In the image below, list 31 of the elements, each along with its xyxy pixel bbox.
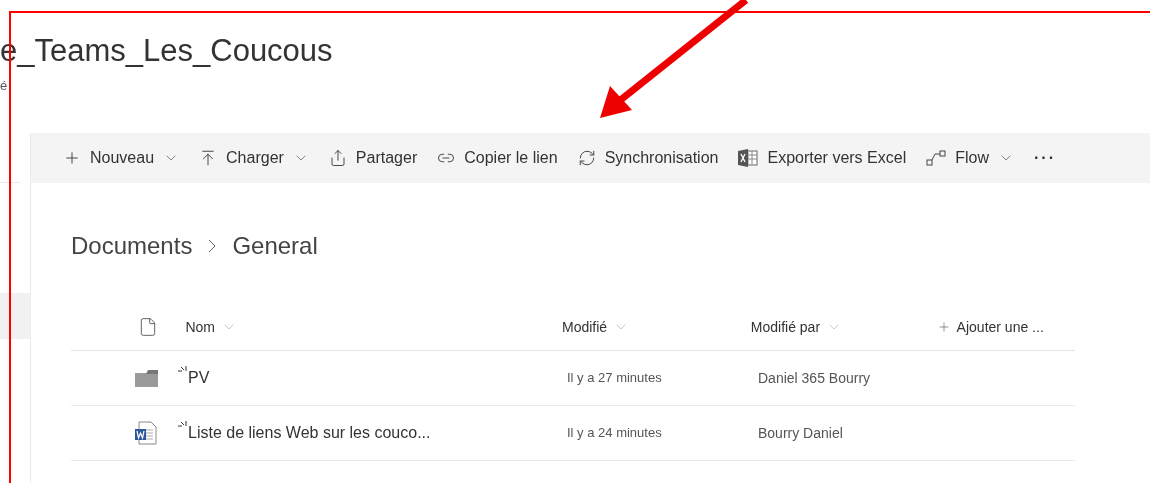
word-document-icon <box>135 421 157 445</box>
toolbar-button[interactable]: Flow <box>926 146 1014 170</box>
toolbar-button[interactable]: Nouveau <box>63 146 180 170</box>
file-name-link[interactable]: Liste de liens Web sur les couco... <box>188 421 431 445</box>
flow-icon <box>926 150 947 166</box>
modified-by-cell-text: Bourry Daniel <box>758 423 844 443</box>
toolbar-button[interactable]: Charger <box>199 146 309 170</box>
sync-icon <box>577 149 596 167</box>
toolbar-button[interactable]: Exporter vers Excel <box>738 146 907 170</box>
column-header[interactable]: Ajouter une ... <box>936 316 1075 338</box>
toolbar-button[interactable]: Synchronisation <box>577 146 719 170</box>
modified-cell-text: Il y a 24 minutes <box>567 424 663 443</box>
breadcrumb-link[interactable]: General <box>232 228 318 264</box>
toolbar-button[interactable]: ··· <box>1033 146 1056 170</box>
toolbar-button[interactable]: Copier le lien <box>437 146 558 170</box>
share-icon <box>328 149 347 167</box>
breadcrumb-link[interactable]: Documents <box>71 228 193 264</box>
file-type-icon <box>138 317 158 337</box>
modified-cell-text: Il y a 27 minutes <box>567 369 663 388</box>
column-header[interactable]: Nom <box>185 316 562 338</box>
toolbar-button[interactable]: Partager <box>328 146 418 170</box>
spreadsheet-icon <box>738 149 759 167</box>
column-header[interactable]: Modifié <box>562 316 751 338</box>
plus-icon <box>936 320 951 334</box>
chevron-right-icon <box>208 239 217 253</box>
folder-icon <box>135 369 159 387</box>
modified-by-cell-text: Daniel 365 Bourry <box>758 368 872 388</box>
column-header[interactable]: Modifié par <box>750 316 937 338</box>
site-subtitle: é <box>0 77 8 95</box>
plus-icon <box>63 149 81 167</box>
file-name-link[interactable]: PV <box>188 366 210 390</box>
